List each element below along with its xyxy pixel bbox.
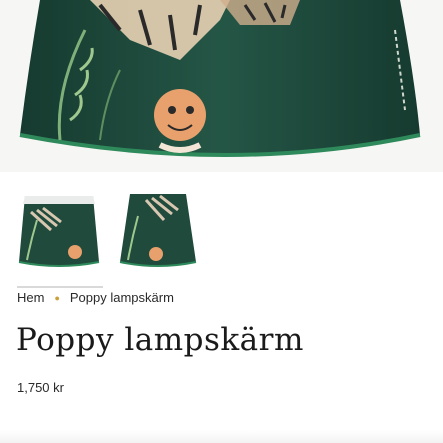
breadcrumb-home-link[interactable]: Hem [17, 290, 44, 305]
product-price: 1,750 kr [17, 380, 64, 395]
thumbnail-gallery [17, 190, 217, 288]
product-main-image[interactable] [0, 0, 443, 172]
breadcrumb: Hem ● Poppy lampskärm [17, 290, 174, 305]
product-title: Poppy lampskärm [16, 322, 304, 358]
active-thumbnail-indicator [17, 286, 103, 288]
thumbnail-2[interactable] [116, 190, 200, 274]
divider [0, 430, 443, 443]
thumbnail-image [18, 196, 100, 267]
thumbnail-1[interactable] [17, 190, 101, 274]
breadcrumb-current: Poppy lampskärm [69, 290, 174, 305]
lampshade-illustration [19, 0, 421, 157]
thumbnail-image [119, 194, 197, 267]
breadcrumb-separator-icon: ● [54, 292, 60, 303]
